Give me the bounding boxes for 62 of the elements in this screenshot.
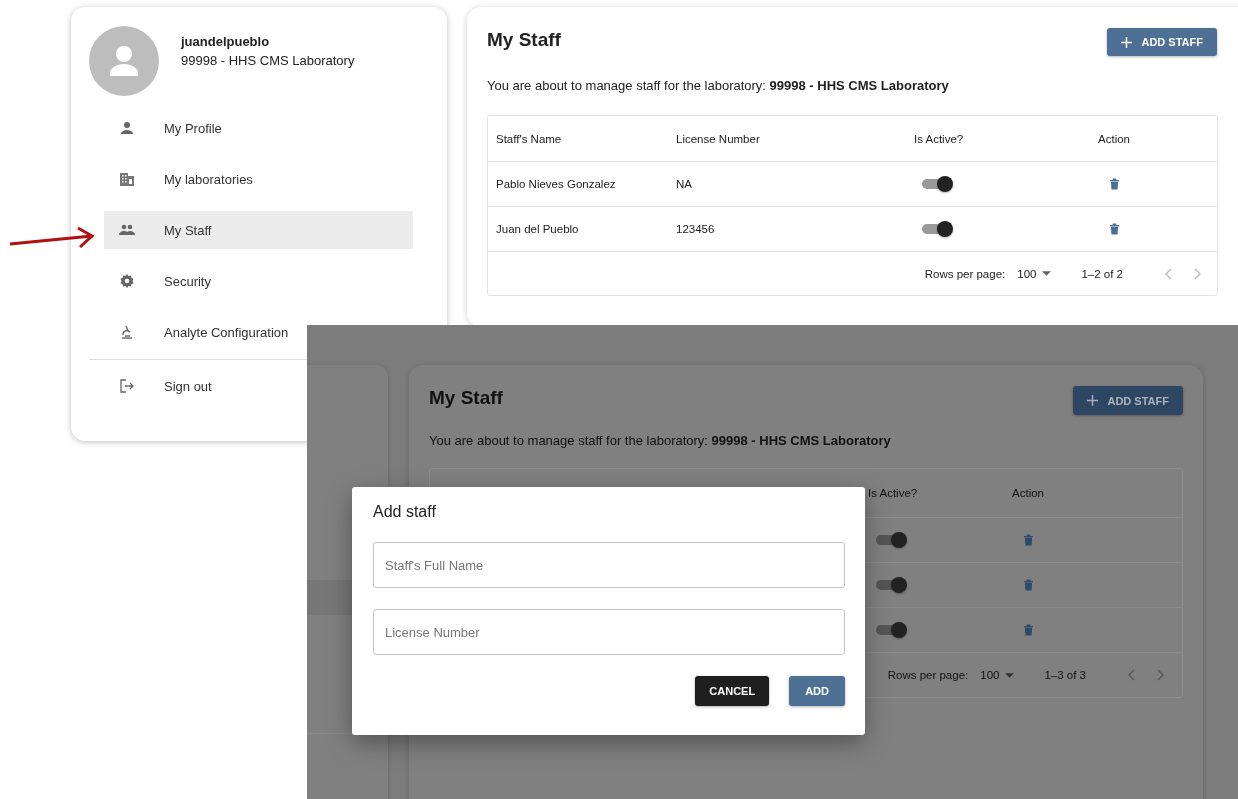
column-header: License Number — [676, 132, 761, 145]
delete-icon[interactable] — [1023, 579, 1033, 591]
caret-icon — [1005, 672, 1015, 678]
column-header: Is Active? — [868, 487, 919, 499]
dialog-title: Add staff — [373, 503, 437, 521]
add-button[interactable]: ADD — [789, 676, 845, 706]
toggle-switch[interactable] — [876, 621, 907, 639]
menu-item-label: My Staff — [164, 222, 212, 238]
menu-item-label: My Profile — [164, 120, 222, 136]
rows-per-page-select[interactable]: 100 — [980, 669, 1015, 681]
column-header: Is Active? — [914, 132, 965, 145]
delete-icon[interactable] — [1109, 178, 1119, 190]
toggle-switch[interactable] — [876, 576, 907, 594]
menu-item[interactable]: Security — [104, 262, 215, 300]
menu-item[interactable]: My laboratories — [104, 160, 257, 198]
laboratory-name: 99998 - HHS CMS Laboratory — [181, 53, 355, 68]
sign-out-icon — [119, 378, 135, 394]
people-icon — [119, 222, 135, 238]
menu-item-label: Security — [164, 273, 211, 289]
person-icon — [119, 120, 135, 136]
intro-text: You are about to manage staff for the laboratory: 99998 - HHS CMS Laboratory — [487, 78, 950, 93]
column-header: Action — [1011, 487, 1045, 499]
delete-icon[interactable] — [1109, 223, 1119, 235]
column-header: Action — [1097, 132, 1131, 145]
rows-per-page-label: Rows per page: — [887, 669, 969, 681]
input-field[interactable]: Staff's Full Name — [373, 542, 845, 588]
rows-per-page-label: Rows per page: — [924, 267, 1006, 280]
intro-text: You are about to manage staff for the laboratory: 99998 - HHS CMS Laboratory — [429, 433, 892, 448]
menu-item-label: Analyte Configuration — [164, 324, 289, 340]
page-range: 1–2 of 2 — [1081, 267, 1123, 280]
menu-item[interactable]: Analyte Configuration — [104, 313, 293, 351]
menu-item[interactable]: My Profile — [104, 109, 226, 147]
plus-icon — [1087, 395, 1099, 406]
username: juandelpueblo — [181, 34, 271, 49]
page-title: My Staff — [487, 29, 561, 51]
caret-icon — [1042, 271, 1052, 276]
menu-item-label: Sign out — [164, 378, 212, 394]
toggle-switch[interactable] — [876, 531, 907, 549]
page-title: My Staff — [429, 387, 503, 409]
column-header: Staff's Name — [495, 132, 563, 145]
avatar-icon — [89, 26, 159, 96]
delete-icon[interactable] — [1023, 534, 1033, 546]
rows-per-page-select[interactable]: 100 — [1017, 267, 1052, 280]
input-field[interactable]: License Number — [373, 609, 845, 655]
settings-icon — [119, 273, 135, 289]
plus-icon — [1121, 36, 1133, 48]
page-range: 1–3 of 3 — [1044, 669, 1086, 681]
building-icon — [119, 171, 135, 187]
toggle-switch[interactable] — [922, 220, 953, 238]
table-cell-text: Pablo Nieves Gonzalez — [495, 178, 617, 190]
add-staff-button[interactable]: ADD STAFF — [1107, 28, 1217, 56]
table-cell-text: 123456 — [676, 223, 716, 235]
delete-icon[interactable] — [1023, 624, 1033, 636]
microscope-icon — [119, 324, 135, 340]
table-cell-text: Juan del Pueblo — [495, 223, 580, 235]
toggle-switch[interactable] — [922, 175, 953, 193]
menu-item-label: My laboratories — [164, 171, 253, 187]
table-cell-text: NA — [676, 178, 693, 190]
sign-out-item[interactable]: Sign out — [104, 367, 216, 405]
add-staff-button[interactable]: ADD STAFF — [1073, 386, 1183, 415]
menu-item[interactable]: My Staff — [104, 211, 413, 249]
cancel-button[interactable]: CANCEL — [695, 676, 770, 706]
